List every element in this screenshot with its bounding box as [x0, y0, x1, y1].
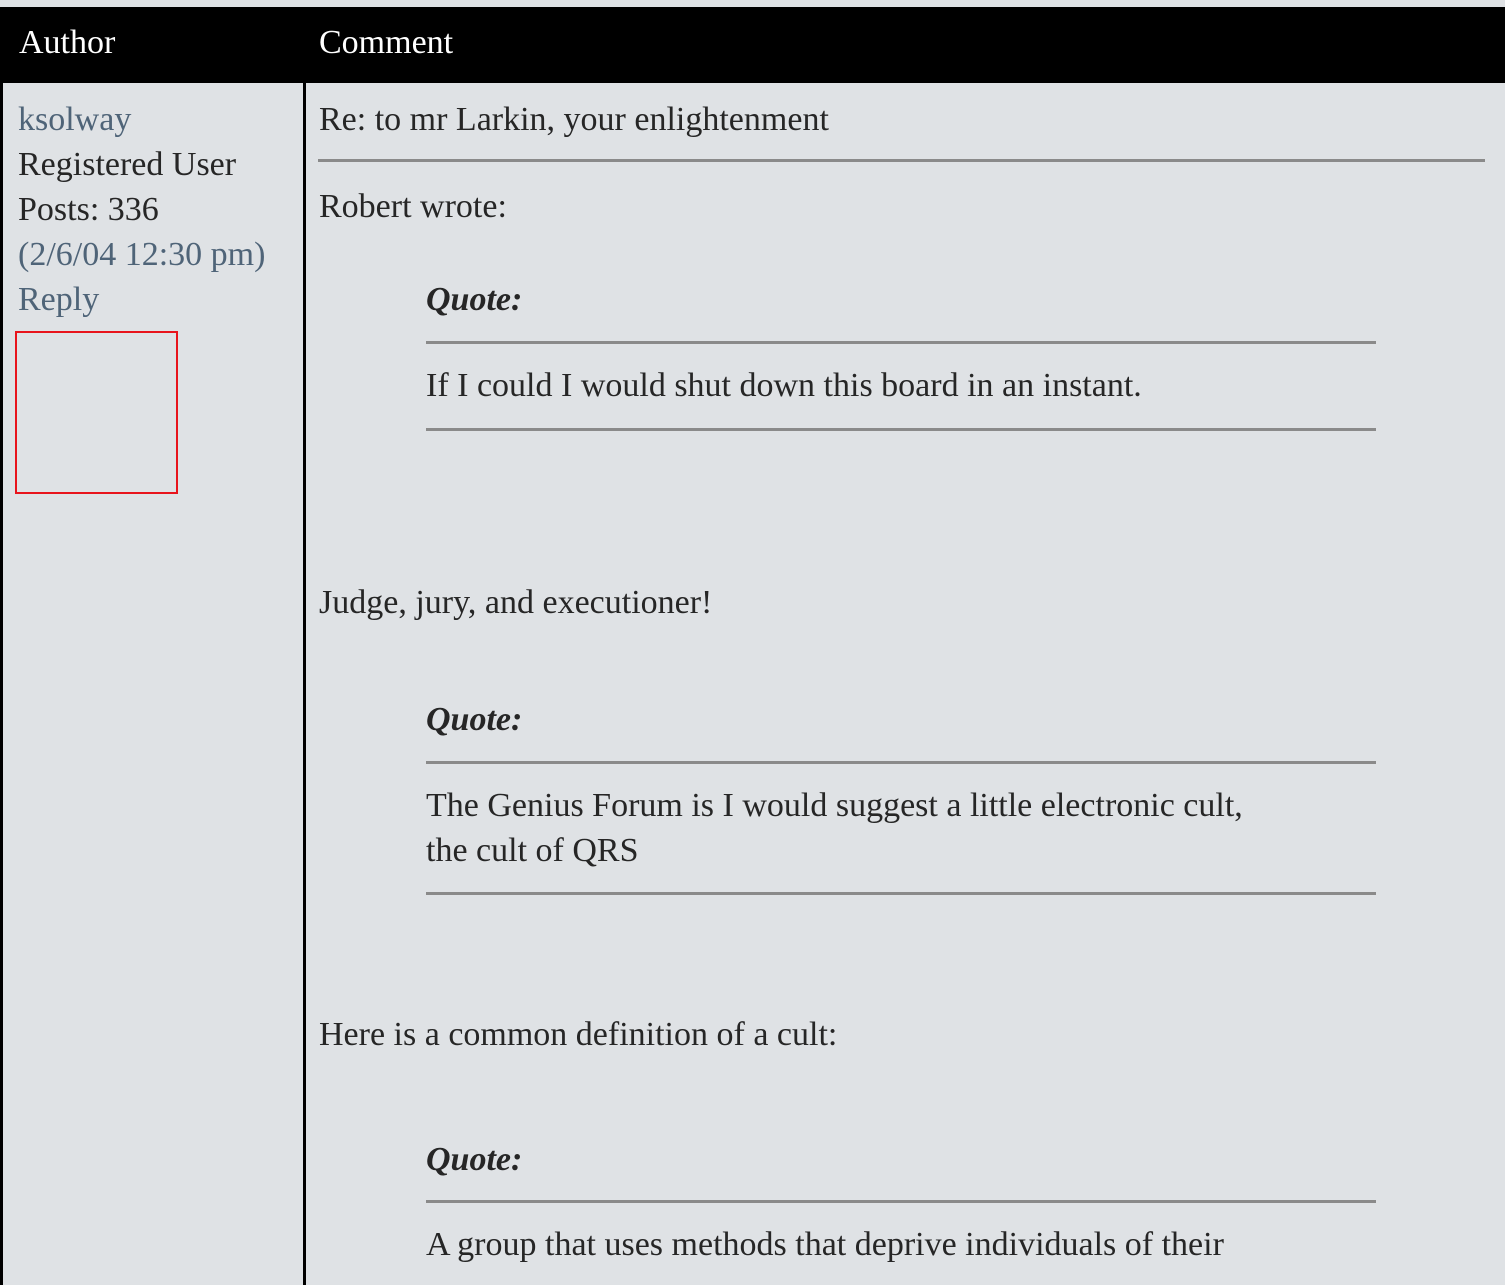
author-column-header: Author — [19, 24, 116, 61]
quote-label: Quote: — [426, 1141, 523, 1178]
response-text: Judge, jury, and executioner! — [319, 584, 713, 621]
quote-text: If I could I would shut down this board … — [426, 367, 1142, 404]
avatar — [15, 331, 178, 494]
quote-top-rule — [426, 1200, 1376, 1203]
post-date-link[interactable]: (2/6/04 12:30 pm) — [18, 232, 298, 277]
table-header: Author Comment — [0, 7, 1505, 83]
post-title: Re: to mr Larkin, your enlightenment — [319, 101, 829, 138]
author-name-link[interactable]: ksolway — [18, 97, 298, 142]
quote-bottom-rule — [426, 428, 1376, 431]
quote-line: The Genius Forum is I would suggest a li… — [426, 787, 1243, 824]
column-divider — [303, 83, 306, 1285]
author-post-count: Posts: 336 — [18, 191, 159, 228]
reply-link[interactable]: Reply — [18, 277, 298, 322]
quote-text: The Genius Forum is I would suggest a li… — [426, 783, 1376, 873]
author-panel: ksolway Registered User Posts: 336 (2/6/… — [18, 97, 298, 322]
quote-top-rule — [426, 761, 1376, 764]
top-strip — [0, 0, 1505, 7]
quote-label: Quote: — [426, 701, 523, 738]
quote-line: the cult of QRS — [426, 832, 639, 869]
left-border — [0, 83, 3, 1285]
forum-page: Author Comment ksolway Registered User P… — [0, 0, 1505, 1285]
title-divider — [318, 159, 1485, 162]
author-role: Registered User — [18, 146, 237, 183]
response-text: Here is a common definition of a cult: — [319, 1016, 838, 1053]
quote-text: A group that uses methods that deprive i… — [426, 1226, 1224, 1263]
quote-intro: Robert wrote: — [319, 188, 507, 225]
quote-top-rule — [426, 341, 1376, 344]
quote-label: Quote: — [426, 281, 523, 318]
quote-bottom-rule — [426, 892, 1376, 895]
comment-column-header: Comment — [319, 24, 454, 61]
